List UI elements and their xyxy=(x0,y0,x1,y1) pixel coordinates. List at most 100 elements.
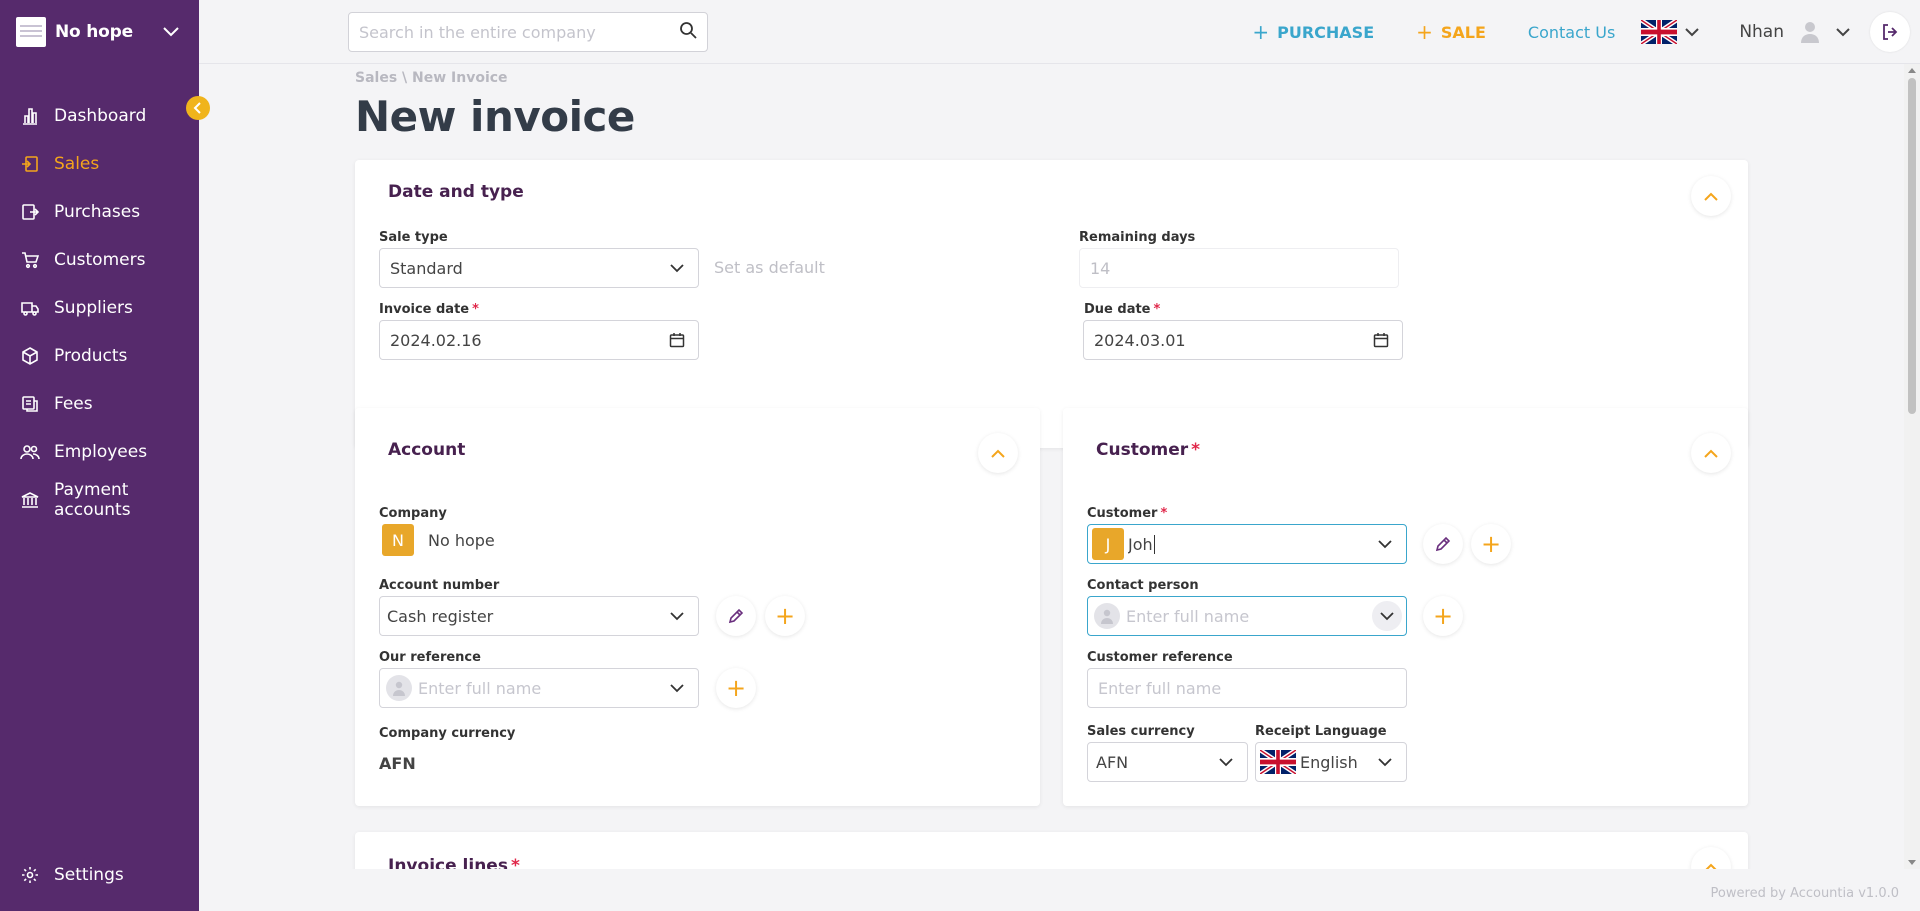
gear-icon xyxy=(20,865,40,885)
sales-icon xyxy=(20,154,40,174)
invoice-date-input[interactable]: 2024.02.16 xyxy=(379,320,699,360)
top-bar: + PURCHASE + SALE Contact Us Nhan xyxy=(199,0,1920,64)
language-selector[interactable] xyxy=(1641,20,1700,44)
chart-bar-icon xyxy=(20,106,40,126)
pencil-icon xyxy=(728,608,744,624)
page-scrollbar[interactable] xyxy=(1904,64,1920,869)
new-purchase-button[interactable]: + PURCHASE xyxy=(1252,20,1374,44)
account-number-select[interactable]: Cash register xyxy=(379,596,699,636)
edit-customer-button[interactable] xyxy=(1423,524,1463,564)
plus-icon: + xyxy=(1432,602,1454,630)
contact-person-select[interactable]: Enter full name xyxy=(1087,596,1407,636)
powered-by: Powered by Accountia v1.0.0 xyxy=(1710,886,1899,901)
search-box[interactable] xyxy=(348,12,708,52)
sidebar-item-purchases[interactable]: Purchases xyxy=(0,188,199,236)
date-type-card: Date and type Sale type Standard Set as … xyxy=(355,160,1748,448)
chevron-down-icon[interactable] xyxy=(1836,27,1850,37)
our-reference-label: Our reference xyxy=(379,650,481,665)
remaining-days-label: Remaining days xyxy=(1079,230,1196,245)
calendar-icon[interactable] xyxy=(666,329,688,351)
collapse-sidebar-button[interactable] xyxy=(186,96,210,120)
set-as-default-button[interactable]: Set as default xyxy=(714,258,825,277)
add-reference-button[interactable]: + xyxy=(716,668,756,708)
sale-type-label: Sale type xyxy=(379,230,448,245)
user-avatar-icon[interactable] xyxy=(1798,20,1822,44)
chevron-down-icon xyxy=(1374,751,1396,773)
edit-account-button[interactable] xyxy=(716,596,756,636)
company-label: Company xyxy=(379,506,447,521)
remaining-days-field: 14 xyxy=(1079,248,1399,288)
new-sale-button[interactable]: + SALE xyxy=(1416,20,1486,44)
uk-flag-icon xyxy=(1260,750,1296,774)
company-name: No hope xyxy=(55,22,133,42)
sidebar-item-fees[interactable]: Fees xyxy=(0,380,199,428)
scroll-thumb[interactable] xyxy=(1908,78,1916,414)
page-title: New invoice xyxy=(355,92,635,141)
coins-icon xyxy=(20,394,40,414)
logout-button[interactable] xyxy=(1870,12,1910,52)
sale-type-select[interactable]: Standard xyxy=(379,248,699,288)
customer-value[interactable]: Joh xyxy=(1128,534,1155,554)
chevron-down-icon xyxy=(666,677,688,699)
collapse-card-button[interactable] xyxy=(1691,176,1731,216)
chevron-up-icon xyxy=(1704,192,1718,201)
sidebar-item-label: Sales xyxy=(54,154,100,174)
company-currency-value: AFN xyxy=(379,754,416,773)
search-input[interactable] xyxy=(359,22,679,42)
customer-select[interactable]: J Joh xyxy=(1087,524,1407,564)
chevron-down-icon xyxy=(1685,27,1700,37)
plus-icon: + xyxy=(774,602,796,630)
customer-reference-label: Customer reference xyxy=(1087,650,1233,665)
plus-icon: + xyxy=(1252,20,1270,44)
plus-icon: + xyxy=(1416,20,1433,44)
uk-flag-icon xyxy=(1641,20,1678,44)
collapse-card-button[interactable] xyxy=(978,433,1018,473)
due-date-label: Due date * xyxy=(1084,302,1161,317)
card-title: Account xyxy=(388,440,466,460)
sidebar-item-payment-accounts[interactable]: Payment accounts xyxy=(0,476,199,524)
our-reference-select[interactable]: Enter full name xyxy=(379,668,699,708)
due-date-input[interactable]: 2024.03.01 xyxy=(1083,320,1403,360)
sidebar-item-customers[interactable]: Customers xyxy=(0,236,199,284)
sales-currency-value: AFN xyxy=(1096,752,1129,772)
plus-icon: + xyxy=(1480,530,1502,558)
customer-reference-placeholder: Enter full name xyxy=(1098,678,1222,698)
sidebar-item-employees[interactable]: Employees xyxy=(0,428,199,476)
search-icon[interactable] xyxy=(679,21,697,43)
company-switcher[interactable]: No hope xyxy=(0,0,199,64)
sales-currency-label: Sales currency xyxy=(1087,724,1195,739)
add-customer-button[interactable]: + xyxy=(1471,524,1511,564)
sidebar-item-suppliers[interactable]: Suppliers xyxy=(0,284,199,332)
collapse-card-button[interactable] xyxy=(1691,433,1731,473)
person-icon xyxy=(1094,603,1120,629)
add-account-button[interactable]: + xyxy=(765,596,805,636)
chevron-up-icon xyxy=(991,449,1005,458)
purchase-label: PURCHASE xyxy=(1277,22,1375,42)
sidebar-item-label: Fees xyxy=(54,394,93,414)
pencil-icon xyxy=(1435,536,1451,552)
sidebar-item-products[interactable]: Products xyxy=(0,332,199,380)
sales-currency-select[interactable]: AFN xyxy=(1087,742,1248,782)
contact-us-link[interactable]: Contact Us xyxy=(1528,23,1615,42)
scroll-down-arrow[interactable] xyxy=(1908,860,1916,865)
receipt-language-label: Receipt Language xyxy=(1255,724,1387,739)
scroll-up-arrow[interactable] xyxy=(1908,68,1916,73)
breadcrumb[interactable]: Sales \ New Invoice xyxy=(355,70,508,86)
add-contact-button[interactable]: + xyxy=(1423,596,1463,636)
chevron-down-icon xyxy=(666,605,688,627)
sidebar-item-label: Settings xyxy=(54,865,124,885)
account-number-value: Cash register xyxy=(387,606,494,626)
sale-type-value: Standard xyxy=(390,258,463,278)
chevron-down-icon[interactable] xyxy=(161,22,181,42)
company-display: N No hope xyxy=(382,524,495,556)
receipt-language-select[interactable]: English xyxy=(1255,742,1407,782)
calendar-icon[interactable] xyxy=(1370,329,1392,351)
customer-reference-input[interactable]: Enter full name xyxy=(1087,668,1407,708)
sidebar-item-dashboard[interactable]: Dashboard xyxy=(0,92,199,140)
sidebar-item-settings[interactable]: Settings xyxy=(0,851,199,899)
sidebar-item-label: Customers xyxy=(54,250,146,270)
sidebar-item-sales[interactable]: Sales xyxy=(0,140,199,188)
customer-card: Customer * Customer * J Joh + Contact pers… xyxy=(1063,408,1748,806)
invoice-date-value: 2024.02.16 xyxy=(390,330,482,350)
user-name[interactable]: Nhan xyxy=(1739,22,1784,42)
